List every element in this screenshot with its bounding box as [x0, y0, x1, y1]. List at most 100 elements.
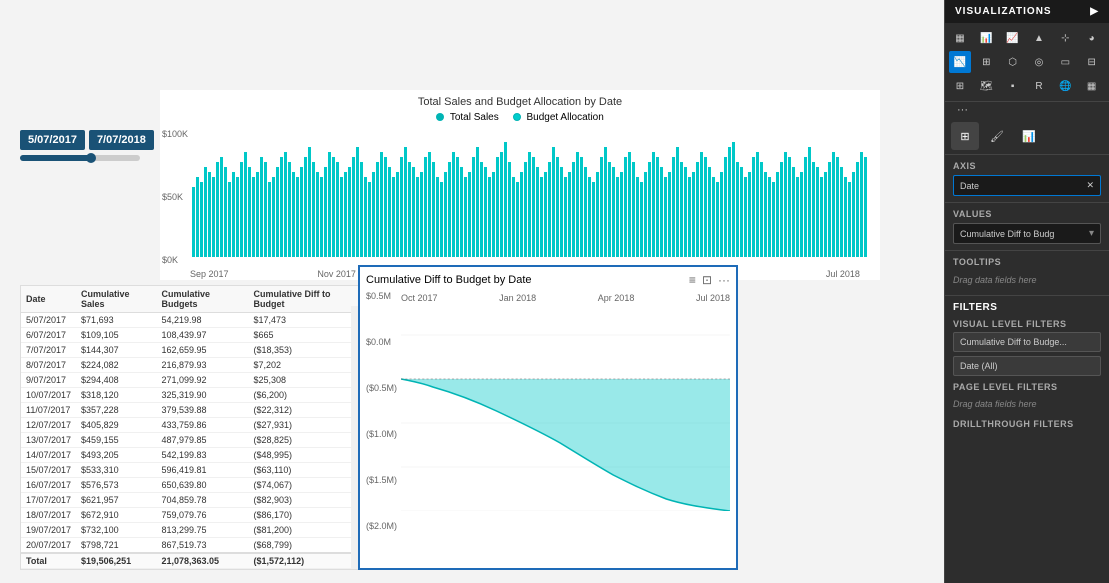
total-sales: $19,506,251: [76, 553, 156, 569]
legend-dot-total-sales: [436, 113, 444, 121]
viz-icon-waterfall[interactable]: ⊞: [975, 51, 997, 73]
viz-panel-title: VISUALIZATIONS: [955, 6, 1052, 17]
values-field-box[interactable]: Cumulative Diff to Budg ▾: [953, 223, 1101, 244]
total-diff: ($1,572,112): [249, 553, 359, 569]
panel-tabs: ⊞ 🖌 📊: [945, 118, 1109, 155]
bottom-chart-area: $0.5M $0.0M ($0.5M) ($1.0M) ($1.5M) ($2.…: [366, 291, 730, 531]
viz-icon-r[interactable]: R: [1028, 75, 1050, 97]
col-cumulative-diff: Cumulative Diff to Budget: [249, 286, 359, 313]
viz-icon-line[interactable]: 📈: [1002, 27, 1024, 49]
table-row: 20/07/2017$798,721867,519.73($68,799): [21, 538, 359, 554]
values-label: Values: [953, 209, 1101, 219]
visual-filters-label: Visual level filters: [953, 319, 1101, 329]
bottom-chart-icons: ≡ ⊡ ···: [689, 273, 730, 287]
total-label: Total: [21, 553, 76, 569]
table-row: 15/07/2017$533,310596,419.81($63,110): [21, 463, 359, 478]
top-chart-y-axis: $100K $50K $0K: [160, 127, 190, 267]
viz-panel-chevron[interactable]: ▶: [1090, 6, 1099, 17]
bottom-chart-title: Cumulative Diff to Budget by Date: [366, 274, 532, 286]
filter-date[interactable]: Date (All): [953, 356, 1101, 376]
analytics-tab[interactable]: 📊: [1015, 122, 1043, 150]
top-chart-title: Total Sales and Budget Allocation by Dat…: [160, 90, 880, 112]
values-field: Cumulative Diff to Budg: [960, 229, 1054, 239]
hamburger-icon[interactable]: ≡: [689, 273, 696, 287]
tooltips-label: Tooltips: [953, 257, 1101, 267]
more-icon[interactable]: ···: [718, 273, 730, 287]
viz-icon-table[interactable]: ⊟: [1081, 51, 1103, 73]
format-tab[interactable]: 🖌: [983, 122, 1011, 150]
viz-icon-globe[interactable]: 🌐: [1054, 75, 1076, 97]
viz-icon-treemap[interactable]: ▪: [1002, 75, 1024, 97]
viz-icon-area[interactable]: ▲: [1028, 27, 1050, 49]
viz-icon-gauge[interactable]: ◎: [1028, 51, 1050, 73]
canvas-area: 5/07/2017 7/07/2018 Total Sales and Budg…: [0, 0, 944, 583]
values-section: Values Cumulative Diff to Budg ▾: [945, 203, 1109, 251]
start-date-badge[interactable]: 5/07/2017: [20, 130, 85, 150]
expand-icon[interactable]: ⊡: [702, 273, 712, 287]
viz-icon-funnel[interactable]: ⬡: [1002, 51, 1024, 73]
slicer-handle[interactable]: [86, 153, 96, 163]
viz-icon-stacked-bar[interactable]: ▦: [949, 27, 971, 49]
col-cumulative-sales: Cumulative Sales: [76, 286, 156, 313]
viz-panel-header: VISUALIZATIONS ▶: [945, 0, 1109, 23]
axis-section: Axis Date ✕: [945, 155, 1109, 203]
legend-budget-allocation: Budget Allocation: [513, 112, 604, 123]
end-date-badge[interactable]: 7/07/2018: [89, 130, 154, 150]
table-row: 12/07/2017$405,829433,759.86($27,931): [21, 418, 359, 433]
table-row: 13/07/2017$459,155487,979.85($28,825): [21, 433, 359, 448]
filter-cumulative-diff[interactable]: Cumulative Diff to Budge...: [953, 332, 1101, 352]
bottom-chart-y-axis: $0.5M $0.0M ($0.5M) ($1.0M) ($1.5M) ($2.…: [366, 291, 397, 531]
viz-icon-matrix[interactable]: ⊞: [949, 75, 971, 97]
table-total-row: Total $19,506,251 21,078,363.05 ($1,572,…: [21, 553, 359, 569]
viz-more-btn[interactable]: ···: [945, 102, 1109, 118]
table-row: 5/07/2017$71,69354,219.98$17,473: [21, 313, 359, 328]
fields-tab[interactable]: ⊞: [951, 122, 979, 150]
visualizations-panel: VISUALIZATIONS ▶ ▦ 📊 📈 ▲ ⊹ ◕ 📉 ⊞ ⬡ ◎ ▭ ⊟…: [944, 0, 1109, 583]
col-cumulative-budgets: Cumulative Budgets: [156, 286, 248, 313]
data-table: Date Cumulative Sales Cumulative Budgets…: [20, 285, 360, 570]
viz-icon-card[interactable]: ▭: [1054, 51, 1076, 73]
bottom-chart-header: Cumulative Diff to Budget by Date ≡ ⊡ ··…: [366, 273, 730, 287]
top-chart: Total Sales and Budget Allocation by Dat…: [160, 90, 880, 280]
axis-value-box[interactable]: Date ✕: [953, 175, 1101, 196]
legend-dot-budget: [513, 113, 521, 121]
col-date: Date: [21, 286, 76, 313]
bottom-chart: Cumulative Diff to Budget by Date ≡ ⊡ ··…: [358, 265, 738, 570]
axis-value: Date: [960, 181, 979, 191]
table-row: 6/07/2017$109,105108,439.97$665: [21, 328, 359, 343]
table-row: 19/07/2017$732,100813,299.75($81,200): [21, 523, 359, 538]
tooltips-drop-area: Drag data fields here: [953, 271, 1101, 289]
page-filters-label: Page level filters: [953, 382, 1101, 392]
values-remove-btn[interactable]: ▾: [1089, 228, 1094, 239]
table-row: 7/07/2017$144,307162,659.95($18,353): [21, 343, 359, 358]
total-budgets: 21,078,363.05: [156, 553, 248, 569]
filters-section: FILTERS Visual level filters Cumulative …: [945, 296, 1109, 438]
top-chart-legend: Total Sales Budget Allocation: [160, 112, 880, 123]
legend-total-sales: Total Sales: [436, 112, 499, 123]
page-filters-drop: Drag data fields here: [953, 395, 1101, 413]
tooltips-section: Tooltips Drag data fields here: [945, 251, 1109, 296]
table-row: 17/07/2017$621,957704,859.78($82,903): [21, 493, 359, 508]
table-row: 10/07/2017$318,120325,319.90($6,200): [21, 388, 359, 403]
table-row: 8/07/2017$224,082216,879.93$7,202: [21, 358, 359, 373]
table-row: 14/07/2017$493,205542,199.83($48,995): [21, 448, 359, 463]
viz-icon-scatter[interactable]: ⊹: [1054, 27, 1076, 49]
date-slicer-track[interactable]: [20, 155, 140, 161]
viz-icon-combo[interactable]: 📉: [949, 51, 971, 73]
drillthrough-filters-label: Drillthrough filters: [953, 419, 1101, 429]
top-chart-svg: [190, 127, 870, 257]
table-row: 11/07/2017$357,228379,539.88($22,312): [21, 403, 359, 418]
viz-icon-slicer[interactable]: ▦: [1081, 75, 1103, 97]
bottom-chart-svg: [401, 291, 730, 511]
date-slicer[interactable]: 5/07/2017 7/07/2018: [20, 130, 154, 150]
viz-icon-grid: ▦ 📊 📈 ▲ ⊹ ◕ 📉 ⊞ ⬡ ◎ ▭ ⊟ ⊞ 🗺 ▪ R 🌐 ▦: [945, 23, 1109, 102]
table-row: 18/07/2017$672,910759,079.76($86,170): [21, 508, 359, 523]
axis-remove-btn[interactable]: ✕: [1086, 180, 1094, 191]
viz-icon-bar[interactable]: 📊: [975, 27, 997, 49]
filters-title: FILTERS: [953, 302, 1101, 313]
viz-icon-pie[interactable]: ◕: [1081, 27, 1103, 49]
top-chart-area: $100K $50K $0K: [160, 127, 880, 267]
slicer-fill: [20, 155, 92, 161]
table-row: 16/07/2017$576,573650,639.80($74,067): [21, 478, 359, 493]
viz-icon-map[interactable]: 🗺: [975, 75, 997, 97]
